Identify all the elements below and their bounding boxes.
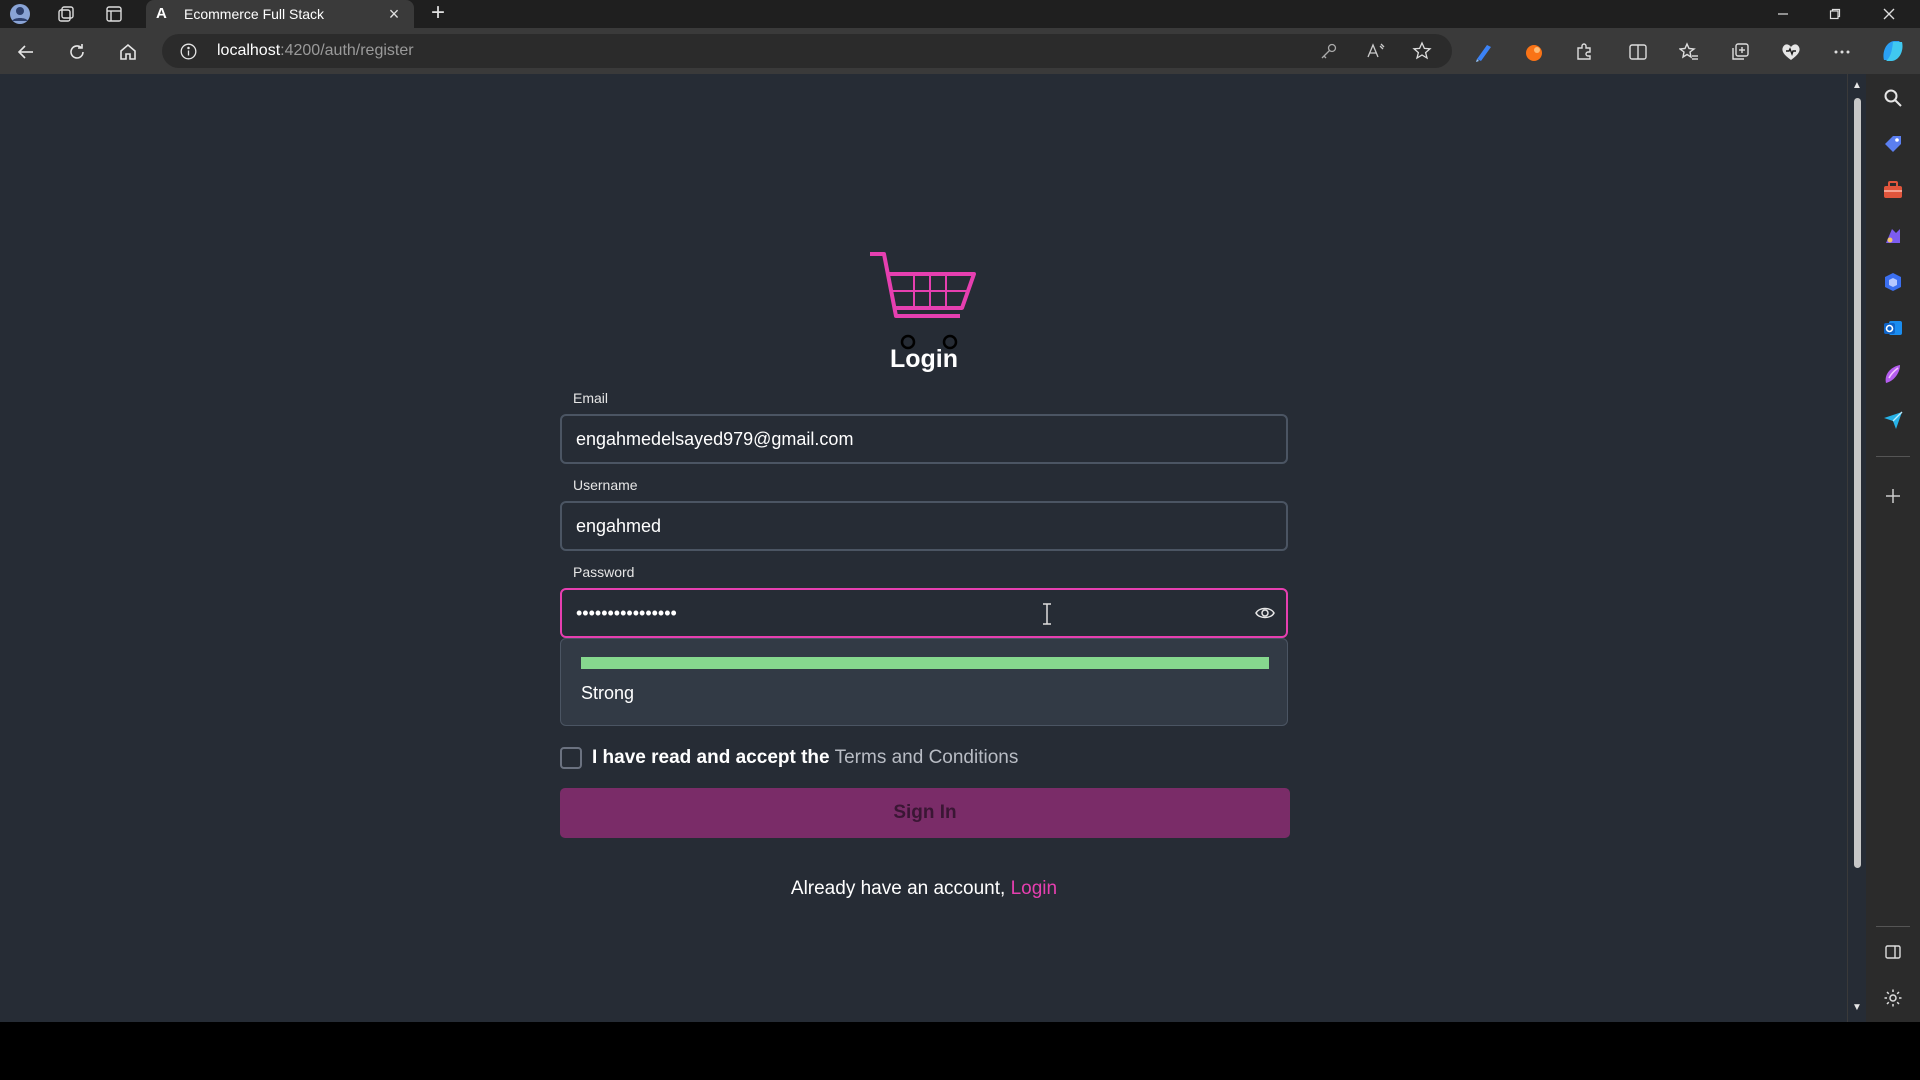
favorites-list-icon[interactable] [1675, 38, 1703, 66]
strength-label: Strong [581, 683, 635, 703]
terms-row: I have read and accept the Terms and Con… [560, 744, 1018, 772]
sidebar-games-icon[interactable] [1879, 222, 1907, 250]
restore-icon[interactable] [1810, 0, 1860, 28]
sidebar-office-icon[interactable] [1879, 268, 1907, 296]
tab-actions-icon[interactable] [102, 2, 126, 26]
read-aloud-icon[interactable] [1365, 40, 1387, 62]
shopping-cart-logo-icon [870, 252, 976, 350]
sidebar-shopping-tag-icon[interactable] [1879, 130, 1907, 158]
login-prompt: Already have an account, Login [0, 878, 1848, 900]
back-arrow-icon[interactable] [10, 36, 42, 68]
sidebar-search-icon[interactable] [1879, 84, 1907, 112]
page-scrollbar[interactable]: ▲ ▼ [1848, 74, 1866, 1022]
scrollbar-thumb[interactable] [1854, 98, 1861, 868]
show-password-eye-icon[interactable] [1254, 602, 1276, 624]
login-link[interactable]: Login [1011, 878, 1058, 899]
strength-meter-track [581, 657, 1269, 669]
extensions-puzzle-icon[interactable] [1570, 38, 1598, 66]
terms-checkbox[interactable] [560, 747, 582, 769]
password-key-icon[interactable] [1318, 40, 1340, 62]
terms-link[interactable]: Terms and Conditions [835, 747, 1019, 769]
password-value: •••••••••••••••• [576, 603, 677, 623]
scroll-down-icon[interactable]: ▼ [1851, 1002, 1863, 1014]
home-icon[interactable] [112, 36, 144, 68]
pen-extension-icon[interactable] [1470, 38, 1498, 66]
close-tab-icon[interactable]: × [384, 4, 404, 24]
sidebar-add-icon[interactable] [1879, 482, 1907, 510]
sidebar-divider-bottom [1876, 926, 1910, 927]
angular-favicon-icon: A [156, 5, 167, 22]
split-screen-icon[interactable] [1624, 38, 1652, 66]
strength-meter-fill [581, 657, 1269, 669]
tab-ecommerce[interactable]: A Ecommerce Full Stack × [146, 0, 414, 28]
orange-extension-icon[interactable] [1520, 38, 1548, 66]
browser-essentials-icon[interactable] [1777, 38, 1805, 66]
workspaces-icon[interactable] [54, 2, 78, 26]
terms-text: I have read and accept the [592, 747, 830, 768]
minimize-icon[interactable] [1758, 0, 1808, 28]
sign-in-button[interactable]: Sign In [560, 788, 1290, 838]
email-field[interactable]: engahmedelsayed979@gmail.com [560, 414, 1288, 464]
sidebar-divider [1876, 456, 1910, 457]
text-cursor-icon [1043, 603, 1051, 625]
edge-sidebar [1866, 74, 1920, 1022]
page-title: Login [889, 345, 959, 373]
title-bar: A Ecommerce Full Stack × + [0, 0, 1920, 28]
browser-toolbar: localhost:4200/auth/register [0, 28, 1920, 74]
password-strength-panel: Strong [560, 638, 1288, 726]
password-label: Password [573, 564, 635, 580]
page-viewport: Login Email engahmedelsayed979@gmail.com… [0, 74, 1848, 1022]
tab-title: Ecommerce Full Stack [184, 6, 325, 22]
login-prompt-text: Already have an account, [790, 878, 1006, 899]
refresh-icon[interactable] [61, 36, 93, 68]
sidebar-settings-gear-icon[interactable] [1879, 984, 1907, 1012]
scroll-up-icon[interactable]: ▲ [1851, 80, 1863, 92]
more-options-icon[interactable] [1828, 38, 1856, 66]
password-field[interactable]: •••••••••••••••• [560, 588, 1288, 638]
sidebar-outlook-icon[interactable] [1879, 314, 1907, 342]
copilot-icon[interactable] [1876, 34, 1910, 68]
below-window-area [0, 1022, 1920, 1080]
address-bar[interactable]: localhost:4200/auth/register [162, 34, 1452, 68]
sidebar-tools-icon[interactable] [1879, 176, 1907, 204]
username-label: Username [573, 477, 638, 493]
collections-icon[interactable] [1726, 38, 1754, 66]
new-tab-icon[interactable]: + [424, 0, 452, 28]
sidebar-send-icon[interactable] [1879, 406, 1907, 434]
sidebar-designer-icon[interactable] [1879, 360, 1907, 388]
close-window-icon[interactable] [1864, 0, 1914, 28]
url-text[interactable]: localhost:4200/auth/register [217, 34, 414, 68]
sidebar-panel-toggle-icon[interactable] [1879, 938, 1907, 966]
site-info-icon[interactable] [180, 43, 197, 60]
username-field[interactable]: engahmed [560, 501, 1288, 551]
profile-avatar-icon[interactable] [8, 2, 32, 26]
favorite-star-icon[interactable] [1411, 40, 1433, 62]
email-label: Email [573, 390, 609, 406]
